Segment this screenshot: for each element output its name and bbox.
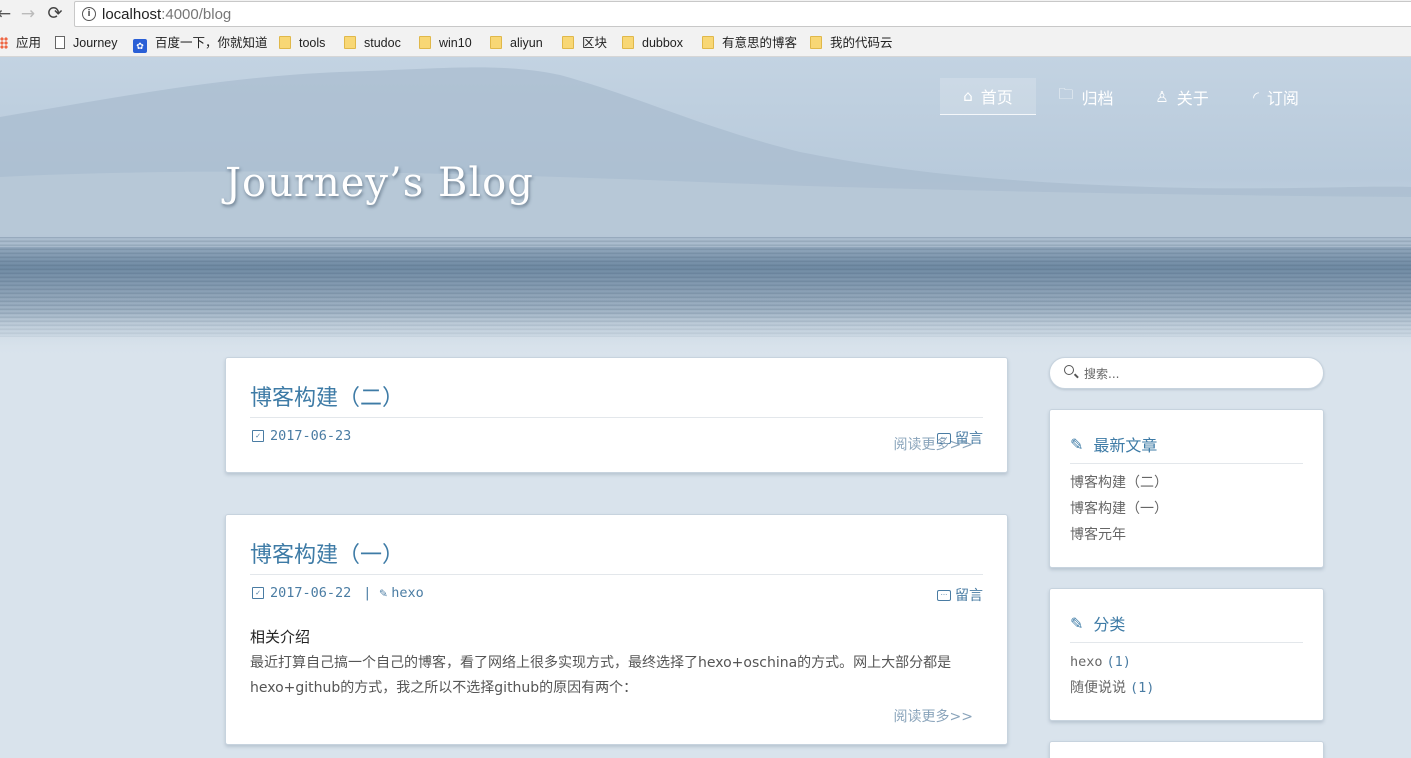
divider (1070, 463, 1303, 464)
post-title[interactable]: 博客构建（二） (250, 380, 404, 412)
post-title[interactable]: 博客构建（一） (250, 537, 404, 569)
category-count: (1) (1130, 680, 1155, 696)
calendar-icon: ✓ (252, 587, 264, 599)
reload-icon[interactable]: ⟳ (45, 4, 65, 24)
recent-posts-widget: ✎ 最新文章 博客构建（二） 博客构建（一） 博客元年 (1049, 409, 1324, 568)
bookmark-journey[interactable]: Journey (55, 34, 117, 52)
bookmarks-bar: 应用 Journey ✿ 百度一下，你就知道 tools studoc win10… (0, 29, 1411, 57)
post-meta: ✓ 2017-06-22 | ✎ hexo (252, 585, 424, 601)
post-date: 2017-06-23 (270, 428, 352, 444)
categories-list: hexo (1) 随便说说 (1) (1070, 649, 1154, 701)
site-info-icon[interactable]: i (82, 7, 96, 21)
bookmark-baidu[interactable]: ✿ 百度一下，你就知道 (133, 34, 268, 53)
edit-icon: ✎ (1070, 434, 1084, 454)
recent-post-link[interactable]: 博客元年 (1070, 522, 1168, 548)
shore-fade (0, 312, 1411, 357)
folder-icon (702, 36, 714, 49)
user-icon: ♙ (1155, 87, 1169, 106)
paperclip-icon: ✎ (1070, 613, 1084, 633)
nav-about[interactable]: ♙ 关于 (1140, 78, 1224, 115)
search-box (1049, 357, 1324, 389)
forward-arrow-icon[interactable]: → (18, 4, 38, 24)
comments-link[interactable]: ··· 留言 (937, 585, 983, 605)
folder-icon (810, 36, 822, 49)
search-icon (1064, 365, 1074, 375)
read-more-link[interactable]: 阅读更多>> (894, 706, 973, 726)
paperclip-icon: ✎ (379, 585, 388, 601)
browser-toolbar: ← → ⟳ i localhost:4000/blog (0, 0, 1411, 29)
address-bar[interactable]: i localhost:4000/blog (74, 1, 1411, 27)
meta-separator: | (363, 585, 372, 601)
category-item[interactable]: 随便说说 (1) (1070, 675, 1154, 701)
widget-header: ✎ 分类 (1070, 611, 1125, 635)
widget-header: ✎ 最新文章 (1070, 432, 1157, 456)
folder-icon (622, 36, 634, 49)
bookmark-aliyun[interactable]: aliyun (490, 34, 543, 52)
baidu-paw-icon: ✿ (133, 39, 147, 53)
widget-title: 分类 (1093, 615, 1126, 634)
bookmark-tools[interactable]: tools (279, 34, 325, 52)
widget-title: 最新文章 (1093, 436, 1158, 455)
post-tag[interactable]: hexo (391, 585, 424, 601)
folder-icon (490, 36, 502, 49)
post-meta: ✓ 2017-06-23 (252, 428, 351, 444)
page-icon (55, 36, 65, 49)
category-name[interactable]: hexo (1070, 654, 1103, 670)
post-card: 博客构建（二） ✓ 2017-06-23 ··· 留言 阅读更多>> (225, 357, 1008, 473)
back-arrow-icon[interactable]: ← (0, 4, 14, 24)
category-count: (1) (1106, 654, 1131, 670)
folder-icon (279, 36, 291, 49)
recent-post-link[interactable]: 博客构建（二） (1070, 470, 1168, 496)
bookmark-interesting-blogs[interactable]: 有意思的博客 (702, 34, 797, 52)
comment-icon: ··· (937, 589, 951, 601)
bookmark-win10[interactable]: win10 (419, 34, 472, 52)
post-excerpt: 最近打算自己搞一个自己的博客，看了网络上很多实现方式，最终选择了hexo+osc… (250, 655, 952, 696)
bookmark-code-cloud[interactable]: 我的代码云 (810, 34, 893, 52)
calendar-icon: ✓ (252, 430, 264, 442)
folder-icon (344, 36, 356, 49)
recent-post-link[interactable]: 博客构建（一） (1070, 496, 1168, 522)
post-card: 博客构建（一） ✓ 2017-06-22 | ✎ hexo ··· 留言 相关介… (225, 514, 1008, 745)
apps-grid-icon (0, 37, 8, 49)
search-input[interactable] (1084, 364, 1304, 384)
home-icon: ⌂ (963, 87, 973, 105)
excerpt-heading: 相关介绍 (250, 628, 311, 646)
divider (250, 574, 983, 575)
bookmark-apps[interactable]: 应用 (0, 34, 41, 52)
folder-icon (562, 36, 574, 49)
bookmark-blockchain[interactable]: 区块 (562, 34, 607, 52)
category-item[interactable]: hexo (1) (1070, 649, 1154, 675)
recent-posts-list: 博客构建（二） 博客构建（一） 博客元年 (1070, 470, 1168, 548)
folder-icon (419, 36, 431, 49)
folder-icon: 🗀 (1058, 85, 1074, 103)
nav-archive[interactable]: 🗀 归档 (1044, 78, 1128, 115)
sidebar-widget (1049, 741, 1324, 758)
divider (1070, 642, 1303, 643)
category-name[interactable]: 随便说说 (1070, 680, 1126, 696)
read-more-link[interactable]: 阅读更多>> (894, 434, 973, 454)
bookmark-dubbox[interactable]: dubbox (622, 34, 683, 52)
nav-subscribe[interactable]: ◜ 订阅 (1234, 78, 1318, 115)
bookmark-studoc[interactable]: studoc (344, 34, 401, 52)
rss-icon: ◜ (1253, 87, 1259, 106)
nav-home[interactable]: ⌂ 首页 (940, 78, 1036, 115)
categories-widget: ✎ 分类 hexo (1) 随便说说 (1) (1049, 588, 1324, 721)
header-banner: Journey’s Blog ⌂ 首页 🗀 归档 ♙ 关于 ◜ 订阅 (0, 57, 1411, 357)
site-title[interactable]: Journey’s Blog (225, 160, 534, 206)
url-text[interactable]: localhost:4000/blog (102, 6, 231, 23)
divider (250, 417, 983, 418)
post-date: 2017-06-22 (270, 585, 352, 601)
